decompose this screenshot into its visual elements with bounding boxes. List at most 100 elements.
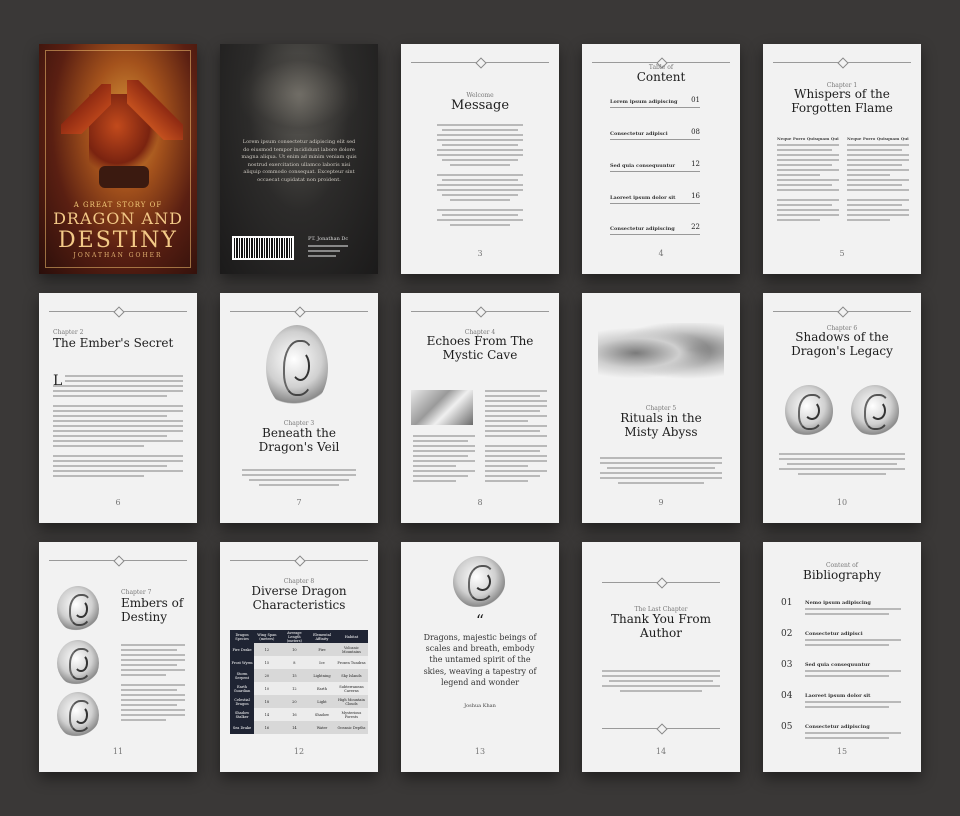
page-title: Diverse Dragon Characteristics	[251, 584, 347, 612]
dragon-illustration	[61, 80, 183, 194]
body-text	[242, 469, 356, 489]
page-title: Bibliography	[803, 568, 881, 582]
body-text-left	[413, 435, 475, 485]
toc-entry[interactable]: Laoreet ipsum dolor sit 16	[610, 192, 700, 204]
table-row: Earth Guardian 10 12 Earth Subterranean Cave…	[230, 682, 368, 695]
page-kicker: Chapter 2	[53, 329, 84, 336]
dragon-characteristics-table: Dragon Species Wing Span (meters) Averag…	[230, 630, 368, 734]
cover-title-line1: DRAGON AND	[53, 209, 183, 228]
page-8-chapter-4: Chapter 4 Echoes From The Mystic Cave 8	[401, 293, 559, 523]
body-text	[121, 644, 185, 724]
page-title: Whispers of the Forgotten Flame	[791, 87, 893, 115]
page-number: 3	[477, 249, 483, 258]
page-9-chapter-5: Chapter 5 Rituals in the Misty Abyss 9	[582, 293, 740, 523]
page-10-chapter-6: Chapter 6 Shadows of the Dragon's Legacy…	[763, 293, 921, 523]
page-number: 8	[477, 498, 483, 507]
dragon-illustration	[785, 385, 833, 437]
dragon-illustration	[57, 586, 99, 632]
page-5-chapter-1: Chapter 1 Whispers of the Forgotten Flam…	[763, 44, 921, 274]
toc-entry[interactable]: Consectetur adipiscing 22	[610, 223, 700, 235]
cover-author: JONATHAN GOHER	[73, 252, 163, 259]
body-text	[53, 375, 183, 480]
table-header: Average Length (meters)	[279, 630, 310, 643]
page-title: Echoes From The Mystic Cave	[426, 334, 534, 362]
page-title: Thank You From Author	[610, 612, 711, 640]
body-text-right	[847, 144, 909, 224]
ornament-divider	[230, 311, 368, 312]
back-blurb: Lorem ipsum consectetur adipiscing elit …	[241, 139, 357, 183]
page-title: Message	[450, 98, 510, 113]
ornament-divider	[602, 582, 720, 583]
page-title: Rituals in the Misty Abyss	[620, 411, 702, 439]
page-11-chapter-7: Chapter 7 Embers of Destiny 11	[39, 542, 197, 772]
ornament-divider	[773, 62, 911, 63]
body-text	[437, 124, 523, 229]
page-6-chapter-2: Chapter 2 The Ember's Secret L 6	[39, 293, 197, 523]
page-13-quote: “ Dragons, majestic beings of scales and…	[401, 542, 559, 772]
front-cover: A GREAT STORY OF DRAGON AND DESTINY JONA…	[39, 44, 197, 274]
page-number: 15	[836, 747, 848, 756]
dragon-illustration	[598, 323, 724, 383]
page-12-chapter-8: Chapter 8 Diverse Dragon Characteristics…	[220, 542, 378, 772]
ornament-divider	[411, 311, 549, 312]
table-header: Dragon Species	[230, 630, 255, 643]
publisher-name: PT. Jonathan Dc	[308, 236, 349, 242]
table-row: Sea Drake 16 14 Water Oceanic Depths	[230, 721, 368, 734]
ornament-divider	[49, 560, 187, 561]
page-title: Beneath the Dragon's Veil	[258, 426, 340, 454]
body-text	[779, 453, 905, 478]
page-title: Shadows of the Dragon's Legacy	[791, 330, 893, 358]
page-number: 5	[839, 249, 845, 258]
ornament-divider	[230, 560, 368, 561]
ornament-divider	[602, 728, 720, 729]
back-dragon-silhouette	[240, 54, 358, 134]
page-number: 14	[655, 747, 667, 756]
ornament-divider	[411, 62, 549, 63]
bibliography-entry: 02 Consectetur adipisci	[781, 629, 901, 649]
dragon-illustration	[453, 556, 505, 608]
page-14-thank-you: The Last Chapter Thank You From Author 1…	[582, 542, 740, 772]
column-heading: Neque Porro Quisquam Qui	[847, 136, 909, 141]
barcode	[232, 236, 294, 260]
page-number: 6	[115, 498, 121, 507]
dragon-illustration	[57, 692, 99, 738]
table-header: Habitat	[334, 630, 368, 643]
page-number: 13	[474, 747, 486, 756]
page-number: 7	[296, 498, 302, 507]
table-header: Elemental Affinity	[309, 630, 335, 643]
table-row: Celestial Dragon 18 20 Light High Mountain C…	[230, 695, 368, 708]
ornament-divider	[49, 311, 187, 312]
dragon-illustration	[57, 640, 99, 686]
page-number: 12	[293, 747, 305, 756]
bibliography-entry: 04 Laoreet ipsum dolor sit	[781, 691, 901, 711]
body-text	[602, 670, 720, 695]
publisher-contact	[308, 245, 348, 257]
page-title: Content	[636, 70, 686, 84]
toc-entry[interactable]: Sed quia consequuntur 12	[610, 160, 700, 172]
toc-entry[interactable]: Consectetur adipisci 08	[610, 128, 700, 140]
bibliography-entry: 01 Nemo ipsum adipiscing	[781, 598, 901, 618]
dragon-illustration	[411, 390, 473, 425]
page-kicker: Chapter 7	[121, 589, 152, 596]
page-number: 4	[658, 249, 664, 258]
column-heading: Neque Porro Quisquam Qui	[777, 136, 839, 141]
cover-title-line2: DESTINY	[58, 228, 178, 253]
bibliography-entry: 05 Consectetur adipiscing	[781, 722, 901, 742]
table-row: Frost Wyrm 15 8 Ice Frozen Tundras	[230, 656, 368, 669]
quote-text: Dragons, majestic beings of scales and b…	[423, 633, 537, 687]
bibliography-entry: 03 Sed quia consequuntur	[781, 660, 901, 680]
page-4-contents: Table of Content Lorem ipsum adipiscing 0…	[582, 44, 740, 274]
body-text-left	[777, 144, 839, 224]
ornament-divider	[773, 311, 911, 312]
table-row: Storm Serpent 20 15 Lightning Sky Islands	[230, 669, 368, 682]
quote-attribution: Joshua Khan	[464, 703, 496, 709]
back-cover: Lorem ipsum consectetur adipiscing elit …	[220, 44, 378, 274]
table-row: Fire Drake 12 10 Fire Volcanic Mountains	[230, 643, 368, 656]
page-title: Embers of Destiny	[121, 596, 184, 625]
dragon-illustration	[851, 385, 899, 437]
toc-entry[interactable]: Lorem ipsum adipiscing 01	[610, 96, 700, 108]
table-header: Wing Span (meters)	[254, 630, 280, 643]
quote-mark: “	[475, 611, 485, 630]
page-number: 11	[112, 747, 124, 756]
body-text-right	[485, 390, 547, 485]
